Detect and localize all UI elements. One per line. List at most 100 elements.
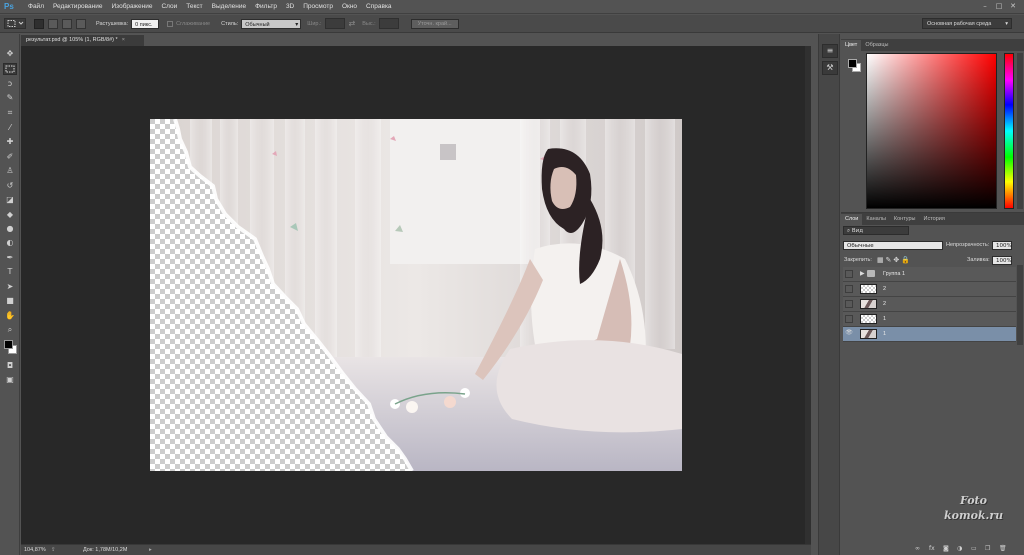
brush-tool-icon[interactable]: ✐ (3, 151, 17, 163)
document-image[interactable] (150, 119, 682, 471)
intersect-selection-icon[interactable] (76, 18, 86, 29)
antialias-checkbox[interactable] (167, 20, 174, 27)
layers-scrollbar[interactable] (1017, 265, 1023, 345)
color-spectrum[interactable] (866, 53, 997, 209)
shape-tool-icon[interactable]: ■ (3, 295, 17, 307)
opacity-input[interactable]: 100% (992, 241, 1012, 250)
hue-slider[interactable] (1004, 53, 1014, 209)
subtract-selection-icon[interactable] (62, 18, 72, 29)
options-bar: Растушевка: 0 пикс. Сглаживание Стиль: О… (0, 15, 1024, 33)
layer-name: Группа 1 (883, 271, 906, 277)
opacity-label: Непрозрачность: (946, 242, 990, 248)
eraser-tool-icon[interactable]: ◪ (3, 194, 17, 206)
menu-text[interactable]: Текст (186, 3, 202, 10)
link-icon[interactable]: ∞ (915, 545, 920, 552)
screen-mode-icon[interactable]: ▣ (3, 374, 17, 386)
new-layer-icon[interactable]: ❐ (985, 545, 990, 552)
expand-arrow-icon[interactable]: ▶ (860, 270, 865, 277)
refine-edge-button[interactable]: Уточн. край... (410, 18, 459, 29)
close-button[interactable]: ✕ (1008, 1, 1018, 11)
height-input[interactable] (378, 18, 399, 29)
crop-tool-icon[interactable]: ⌗ (3, 107, 17, 119)
tool-presets-icon[interactable]: ⚒ (822, 61, 838, 75)
menu-filter[interactable]: Фильтр (255, 3, 277, 10)
healing-brush-icon[interactable]: ✚ (3, 136, 17, 148)
close-document-icon[interactable]: × (122, 37, 125, 43)
tool-preset-picker[interactable] (4, 18, 26, 29)
menu-window[interactable]: Окно (342, 3, 357, 10)
width-input[interactable] (324, 18, 345, 29)
fill-input[interactable]: 100% (992, 256, 1012, 265)
zoom-level[interactable]: 104,87% (24, 545, 46, 555)
minimize-button[interactable]: – (980, 1, 990, 11)
photo-composition (150, 119, 682, 471)
layer-thumbnail (860, 314, 877, 324)
layer-row-1a[interactable]: 1 (843, 312, 1016, 327)
document-tab[interactable]: результат.psd @ 105% (1, RGB/8#) * × (21, 34, 144, 46)
folder-icon[interactable]: ▭ (971, 545, 977, 552)
fx-icon[interactable]: fx (929, 545, 935, 552)
workspace-select[interactable]: Основная рабочая среда (922, 18, 1012, 29)
zoom-tool-icon[interactable]: ⌕ (3, 324, 17, 336)
document-size: Док: 1,78M/10,2M (83, 547, 128, 553)
lock-icons[interactable]: ▦ ✎ ✥ 🔒 (877, 256, 927, 264)
eyedropper-tool-icon[interactable]: ⁄ (3, 122, 17, 134)
layer-filter-select[interactable]: ⌕ Вид (843, 226, 909, 235)
type-tool-icon[interactable]: T (3, 266, 17, 278)
visibility-toggle[interactable] (845, 285, 853, 293)
blur-tool-icon[interactable]: ● (3, 223, 17, 235)
lasso-tool-icon[interactable]: ↄ (3, 78, 17, 90)
history-brush-icon[interactable]: ↺ (3, 180, 17, 192)
feather-input[interactable]: 0 пикс. (131, 18, 160, 29)
move-tool-icon[interactable]: ✥ (3, 48, 17, 60)
menu-edit[interactable]: Редактирование (53, 3, 103, 10)
visibility-toggle[interactable] (845, 270, 853, 278)
adjustment-icon[interactable]: ◑ (957, 545, 962, 552)
quick-select-tool-icon[interactable]: ✎ (3, 92, 17, 104)
visibility-toggle[interactable] (845, 300, 853, 308)
share-icon[interactable]: ⇪ (51, 545, 56, 555)
canvas-scrollbar-v[interactable] (805, 46, 811, 544)
width-label: Шир.: (307, 20, 322, 27)
path-select-icon[interactable]: ➤ (3, 281, 17, 293)
layer-row-2a[interactable]: 2 (843, 282, 1016, 297)
new-selection-icon[interactable] (34, 18, 44, 29)
menu-layers[interactable]: Слои (161, 3, 177, 10)
layer-row-1b[interactable]: 👁 1 (843, 327, 1016, 342)
mask-icon[interactable]: ◙ (943, 545, 949, 552)
menu-image[interactable]: Изображение (112, 3, 153, 10)
status-menu-icon[interactable]: ▸ (149, 545, 152, 555)
layer-row-group1[interactable]: ▶ Группа 1 (843, 267, 1016, 282)
eye-icon[interactable]: 👁 (845, 330, 853, 338)
pen-tool-icon[interactable]: ✒ (3, 252, 17, 264)
dodge-tool-icon[interactable]: ◐ (3, 237, 17, 249)
stamp-tool-icon[interactable]: ♙ (3, 165, 17, 177)
panel-foreground-swatch[interactable] (848, 59, 857, 68)
tab-layers[interactable]: Слои (841, 214, 863, 225)
tab-swatches[interactable]: Образцы (861, 40, 892, 51)
panel-options-icon[interactable]: ≡ (822, 44, 838, 58)
trash-icon[interactable]: 🗑 (999, 545, 1007, 552)
visibility-toggle[interactable] (845, 315, 853, 323)
layer-row-2b[interactable]: 2 (843, 297, 1016, 312)
menu-view[interactable]: Просмотр (303, 3, 333, 10)
blend-mode-select[interactable]: Обычные (843, 241, 943, 250)
tab-paths[interactable]: Контуры (890, 214, 920, 225)
color-scrollbar[interactable] (1017, 53, 1023, 209)
tab-channels[interactable]: Каналы (862, 214, 890, 225)
tab-color[interactable]: Цвет (841, 40, 862, 51)
marquee-tool-icon[interactable] (3, 63, 17, 75)
swap-icon[interactable]: ⇄ (349, 19, 356, 28)
menu-help[interactable]: Справка (366, 3, 392, 10)
maximize-button[interactable]: □ (994, 1, 1004, 11)
menu-file[interactable]: Файл (28, 3, 44, 10)
style-select[interactable]: Обычный (241, 18, 302, 30)
add-selection-icon[interactable] (48, 18, 58, 29)
menu-3d[interactable]: 3D (286, 3, 294, 10)
watermark: Foto komok.ru (944, 494, 1004, 522)
paint-bucket-icon[interactable]: ◆ (3, 209, 17, 221)
menu-select[interactable]: Выделение (212, 3, 246, 10)
quick-mask-icon[interactable]: ◘ (3, 360, 17, 372)
hand-tool-icon[interactable]: ✋ (3, 310, 17, 322)
tab-history[interactable]: История (920, 214, 949, 225)
